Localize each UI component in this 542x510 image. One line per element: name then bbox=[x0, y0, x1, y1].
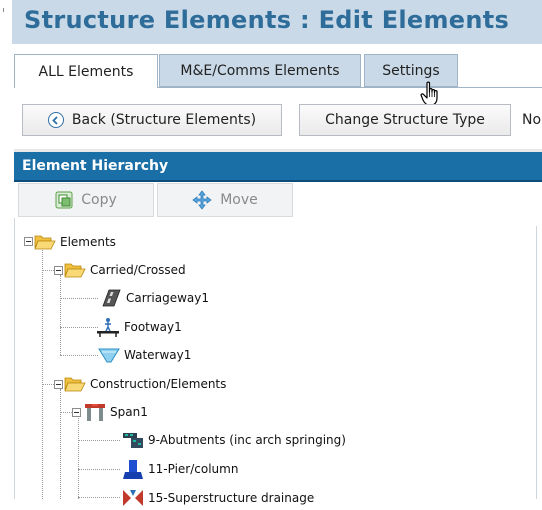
tree-node-footway[interactable]: Footway1 bbox=[96, 315, 182, 339]
tree-node-pier-column[interactable]: 11-Pier/column bbox=[122, 457, 238, 481]
tree-node-label: 9-Abutments (inc arch springing) bbox=[148, 433, 346, 447]
tree-connector bbox=[60, 412, 72, 413]
folder-open-icon bbox=[34, 234, 56, 250]
tree-node-label: 15-Superstructure drainage bbox=[148, 491, 315, 505]
tree-node-elements[interactable]: Elements bbox=[34, 230, 116, 254]
tree-node-label: Footway1 bbox=[124, 320, 182, 334]
tree-node-carriageway[interactable]: Carriageway1 bbox=[100, 286, 209, 310]
folder-open-icon bbox=[64, 262, 86, 278]
tree-node-waterway[interactable]: Waterway1 bbox=[98, 343, 191, 367]
carriageway-icon bbox=[100, 288, 122, 308]
tree-connector bbox=[42, 246, 43, 499]
tree-node-label: Carried/Crossed bbox=[90, 263, 186, 277]
tree-node-label: Span1 bbox=[110, 405, 148, 419]
tree-connector bbox=[42, 384, 54, 385]
span-icon bbox=[84, 402, 106, 422]
abutment-icon bbox=[122, 431, 144, 449]
folder-open-icon bbox=[64, 376, 86, 392]
tree-node-abutments[interactable]: 9-Abutments (inc arch springing) bbox=[122, 428, 346, 452]
tree-connector bbox=[60, 389, 61, 499]
tree-node-label: Elements bbox=[60, 235, 116, 249]
tree-node-label: Construction/Elements bbox=[90, 377, 227, 391]
tree-node-carried-crossed[interactable]: Carried/Crossed bbox=[64, 258, 186, 282]
tree-connector bbox=[42, 270, 54, 271]
waterway-icon bbox=[98, 346, 120, 364]
pier-column-icon bbox=[122, 458, 144, 480]
tree-connector bbox=[78, 440, 120, 441]
tree-node-label: Waterway1 bbox=[124, 348, 192, 362]
collapse-toggle[interactable] bbox=[54, 380, 63, 389]
tree-node-superstructure-drainage[interactable]: 15-Superstructure drainage bbox=[122, 486, 314, 510]
tree-connector bbox=[60, 355, 98, 356]
tree-node-label: 11-Pier/column bbox=[148, 462, 239, 476]
tree-connector bbox=[60, 327, 98, 328]
tree-node-construction-elements[interactable]: Construction/Elements bbox=[64, 372, 226, 396]
collapse-toggle[interactable] bbox=[72, 408, 81, 417]
collapse-toggle[interactable] bbox=[24, 237, 33, 246]
tree-connector bbox=[60, 275, 61, 355]
element-tree: Elements Carried/Crossed Carriageway1 Fo… bbox=[0, 0, 542, 506]
tree-node-label: Carriageway1 bbox=[126, 291, 209, 305]
tree-node-span[interactable]: Span1 bbox=[84, 400, 148, 424]
drainage-icon bbox=[122, 488, 144, 508]
tree-connector bbox=[60, 298, 98, 299]
footway-icon bbox=[96, 317, 120, 337]
collapse-toggle[interactable] bbox=[54, 266, 63, 275]
tree-connector bbox=[78, 418, 79, 499]
tree-connector bbox=[78, 497, 120, 498]
tree-connector bbox=[78, 469, 120, 470]
